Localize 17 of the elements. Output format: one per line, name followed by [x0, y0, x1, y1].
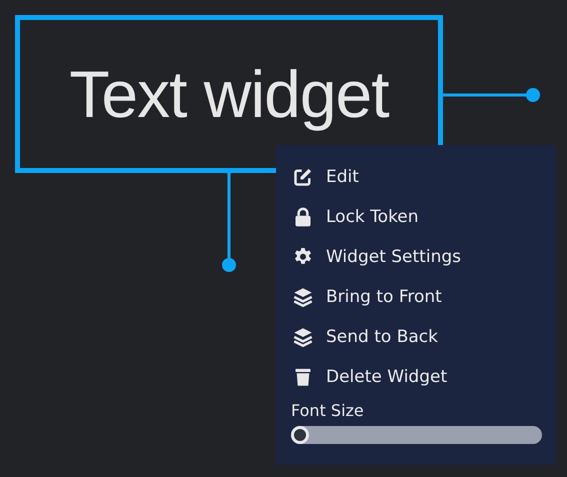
lock-icon: [293, 207, 313, 227]
slider-thumb[interactable]: [291, 426, 309, 444]
layers-icon: [293, 327, 313, 347]
trash-icon: [293, 367, 313, 387]
menu-item[interactable]: Send to Back: [291, 317, 541, 357]
layers-icon: [293, 287, 313, 307]
menu-item[interactable]: Bring to Front: [291, 277, 541, 317]
widget-text: Text widget: [69, 56, 389, 132]
font-size-slider[interactable]: [291, 426, 542, 444]
gear-icon: [293, 247, 313, 267]
menu-item[interactable]: Widget Settings: [291, 237, 541, 277]
menu-item[interactable]: Delete Widget: [291, 357, 541, 397]
menu-item[interactable]: Lock Token: [291, 197, 541, 237]
rotate-handle[interactable]: [221, 173, 237, 273]
resize-handle[interactable]: [443, 87, 543, 103]
font-size-label: Font Size: [291, 401, 365, 420]
edit-icon: [293, 167, 313, 187]
